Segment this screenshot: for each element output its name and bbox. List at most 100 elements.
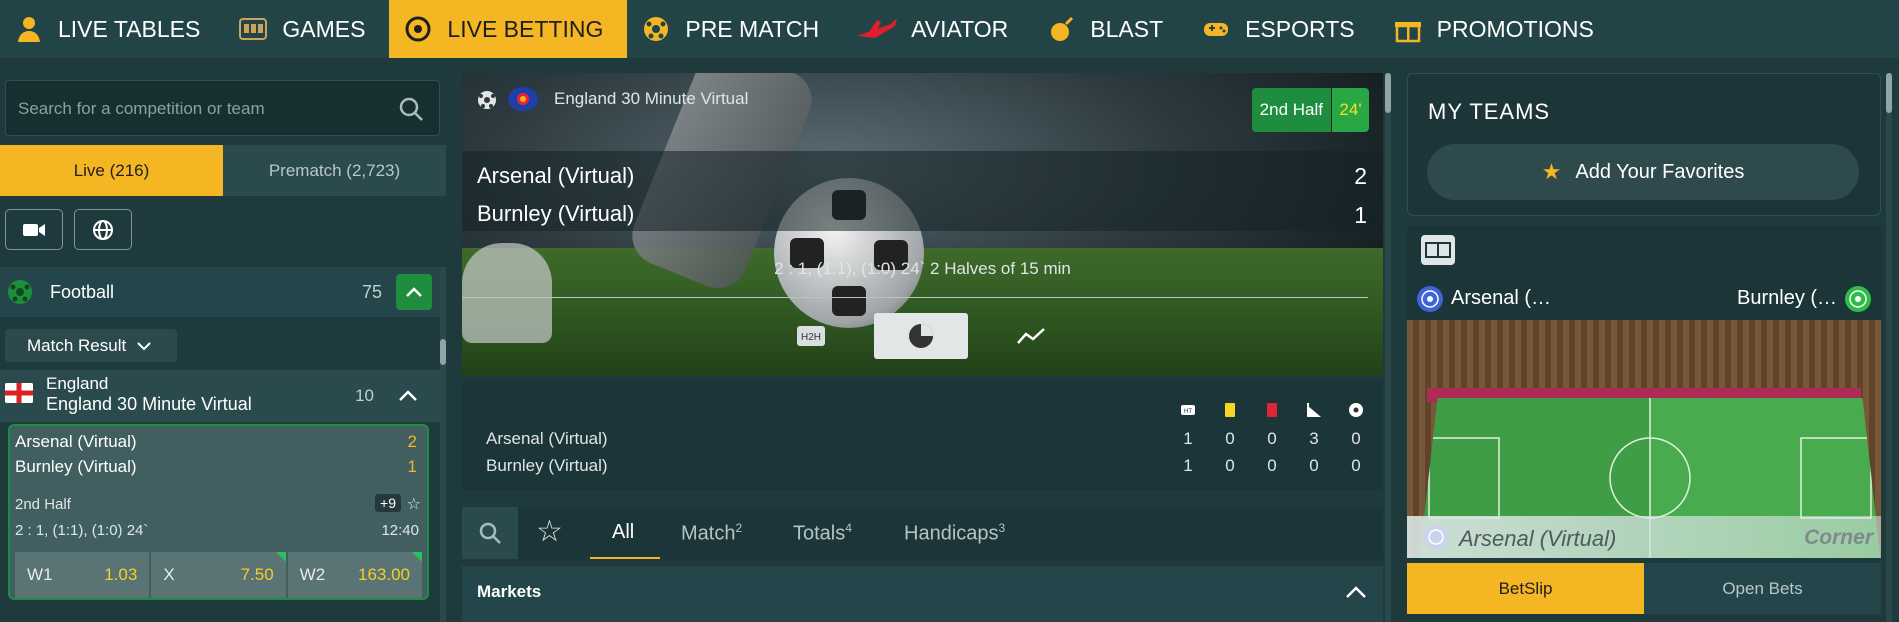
market-type-value: Match Result bbox=[27, 335, 127, 355]
stats-button[interactable] bbox=[874, 313, 968, 359]
red-card-icon bbox=[1267, 403, 1277, 417]
globe-filter-button[interactable] bbox=[74, 209, 132, 250]
favorites-star-icon[interactable]: ☆ bbox=[536, 517, 563, 547]
svg-text:H2H: H2H bbox=[801, 332, 821, 343]
sidebar-scrollbar[interactable] bbox=[440, 267, 446, 622]
home-team-icon bbox=[1417, 286, 1443, 312]
tab-count: 2 bbox=[735, 521, 743, 535]
yellow-card-icon bbox=[1225, 403, 1235, 417]
right-scrollbar[interactable] bbox=[1886, 73, 1892, 622]
dealer-icon bbox=[12, 12, 46, 46]
league-count: 10 bbox=[355, 386, 374, 405]
hero-away-score: 1 bbox=[1354, 202, 1367, 228]
nav-label: AVIATOR bbox=[911, 15, 1009, 42]
add-favorites-button[interactable]: ★ Add Your Favorites bbox=[1427, 144, 1859, 200]
scrollbar-thumb[interactable] bbox=[440, 339, 446, 365]
tab-open-bets[interactable]: Open Bets bbox=[1644, 563, 1881, 614]
team-icon bbox=[1424, 525, 1448, 549]
globe-icon bbox=[93, 219, 113, 240]
tab-handicaps[interactable]: Handicaps3 bbox=[904, 521, 1005, 546]
scrollbar-thumb[interactable] bbox=[1385, 73, 1391, 113]
nav-esports[interactable]: ESPORTS bbox=[1187, 0, 1379, 58]
stats-panel: HT Arsenal (Virtual) Burnley (Virtual) 1… bbox=[462, 380, 1383, 490]
goals-icon bbox=[1349, 403, 1363, 417]
markets-label: Markets bbox=[477, 582, 542, 601]
odd-w1-button[interactable]: W1 1.03 bbox=[15, 552, 150, 598]
odd-value: 1.03 bbox=[104, 565, 138, 584]
nav-label: PRE MATCH bbox=[685, 15, 820, 42]
chevron-up-icon[interactable] bbox=[1343, 580, 1369, 606]
search-input[interactable]: Search for a competition or team bbox=[5, 80, 440, 136]
live-prematch-tabs: Live (216) Prematch (2,723) bbox=[0, 145, 446, 196]
market-tabs: ☆ All Match2 Totals4 Handicaps3 bbox=[462, 507, 1383, 559]
nav-live-betting[interactable]: LIVE BETTING bbox=[389, 0, 628, 58]
home-score: 2 bbox=[407, 432, 417, 451]
league-flag-icon bbox=[508, 87, 538, 111]
odd-label: W2 bbox=[299, 565, 326, 584]
tab-totals[interactable]: Totals4 bbox=[793, 521, 852, 546]
match-period: 2nd Half bbox=[15, 496, 71, 513]
hero-score-info: 2 : 1, (1:1), (1:0) 24` 2 Halves of 15 m… bbox=[774, 259, 1071, 278]
live-betting-icon bbox=[401, 12, 435, 46]
stat-value: 1 bbox=[1183, 456, 1193, 475]
nav-pre-match[interactable]: PRE MATCH bbox=[627, 0, 843, 58]
markets-header[interactable]: Markets bbox=[462, 566, 1383, 622]
nav-games[interactable]: GAMES bbox=[224, 0, 389, 58]
event-team: Arsenal (Virtual) bbox=[1459, 526, 1617, 551]
tab-live[interactable]: Live (216) bbox=[0, 145, 223, 196]
tracker-event-label: Arsenal (Virtual) Corner bbox=[1407, 516, 1881, 558]
nav-promotions[interactable]: PROMOTIONS bbox=[1379, 0, 1618, 58]
league-country: England bbox=[46, 374, 109, 393]
my-teams-panel: MY TEAMS ★ Add Your Favorites bbox=[1407, 73, 1881, 216]
search-icon[interactable] bbox=[397, 95, 425, 123]
odd-w2-button[interactable]: W2 163.00 bbox=[287, 552, 422, 598]
odd-value: 163.00 bbox=[357, 565, 410, 584]
nav-blast[interactable]: BLAST bbox=[1032, 0, 1187, 58]
stats-away-team: Burnley (Virtual) bbox=[486, 456, 608, 475]
tab-betslip[interactable]: BetSlip bbox=[1407, 563, 1644, 614]
match-hero: England 30 Minute Virtual 2nd Half 24' A… bbox=[462, 73, 1383, 376]
market-type-select[interactable]: Match Result bbox=[5, 329, 177, 362]
nav-aviator[interactable]: AVIATOR bbox=[843, 0, 1032, 58]
match-card[interactable]: Arsenal (Virtual) 2 Burnley (Virtual) 1 … bbox=[8, 424, 429, 600]
away-team-icon bbox=[1845, 286, 1871, 312]
tab-match[interactable]: Match2 bbox=[681, 521, 742, 546]
tab-all[interactable]: All bbox=[612, 521, 634, 544]
hero-home-team: Arsenal (Virtual) bbox=[477, 163, 635, 188]
scoreboard-icon[interactable] bbox=[1421, 235, 1455, 265]
plane-icon bbox=[855, 12, 899, 46]
filter-buttons bbox=[5, 209, 132, 250]
collapse-button[interactable] bbox=[396, 274, 432, 310]
stat-value: 0 bbox=[1225, 429, 1235, 448]
sport-name: Football bbox=[50, 281, 115, 302]
chevron-up-icon bbox=[406, 287, 422, 297]
odd-x-button[interactable]: X 7.50 bbox=[151, 552, 286, 598]
favorite-star-icon[interactable]: ☆ bbox=[407, 494, 421, 514]
sport-count: 75 bbox=[361, 281, 382, 302]
center-scrollbar[interactable] bbox=[1385, 73, 1391, 622]
trend-button[interactable] bbox=[984, 313, 1078, 359]
match-tracker-pitch: Arsenal (Virtual) Corner bbox=[1407, 320, 1881, 558]
stat-value: 0 bbox=[1267, 429, 1277, 448]
england-flag-icon bbox=[5, 383, 33, 403]
h2h-button[interactable]: H2H bbox=[764, 313, 858, 359]
chevron-up-icon[interactable] bbox=[396, 384, 420, 408]
tab-label: Match bbox=[681, 522, 736, 545]
nav-label: GAMES bbox=[282, 15, 366, 42]
tab-prematch[interactable]: Prematch (2,723) bbox=[223, 145, 446, 196]
scrollbar-thumb[interactable] bbox=[1886, 73, 1892, 113]
more-markets-badge[interactable]: +9 bbox=[375, 494, 401, 512]
market-search-button[interactable] bbox=[462, 507, 518, 559]
sport-row-football[interactable]: Football 75 bbox=[0, 267, 440, 317]
stats-home-team: Arsenal (Virtual) bbox=[486, 429, 608, 448]
nav-live-tables[interactable]: LIVE TABLES bbox=[0, 0, 224, 58]
my-teams-title: MY TEAMS bbox=[1428, 99, 1551, 124]
video-filter-button[interactable] bbox=[5, 209, 63, 250]
league-name: England 30 Minute Virtual bbox=[46, 394, 252, 414]
add-favorites-label: Add Your Favorites bbox=[1575, 160, 1745, 183]
league-row[interactable]: England England 30 Minute Virtual 10 bbox=[0, 370, 440, 422]
player-shoe-image bbox=[462, 243, 552, 343]
tab-count: 4 bbox=[845, 521, 852, 535]
chevron-down-icon bbox=[137, 341, 151, 350]
tab-label: Handicaps bbox=[904, 522, 999, 545]
